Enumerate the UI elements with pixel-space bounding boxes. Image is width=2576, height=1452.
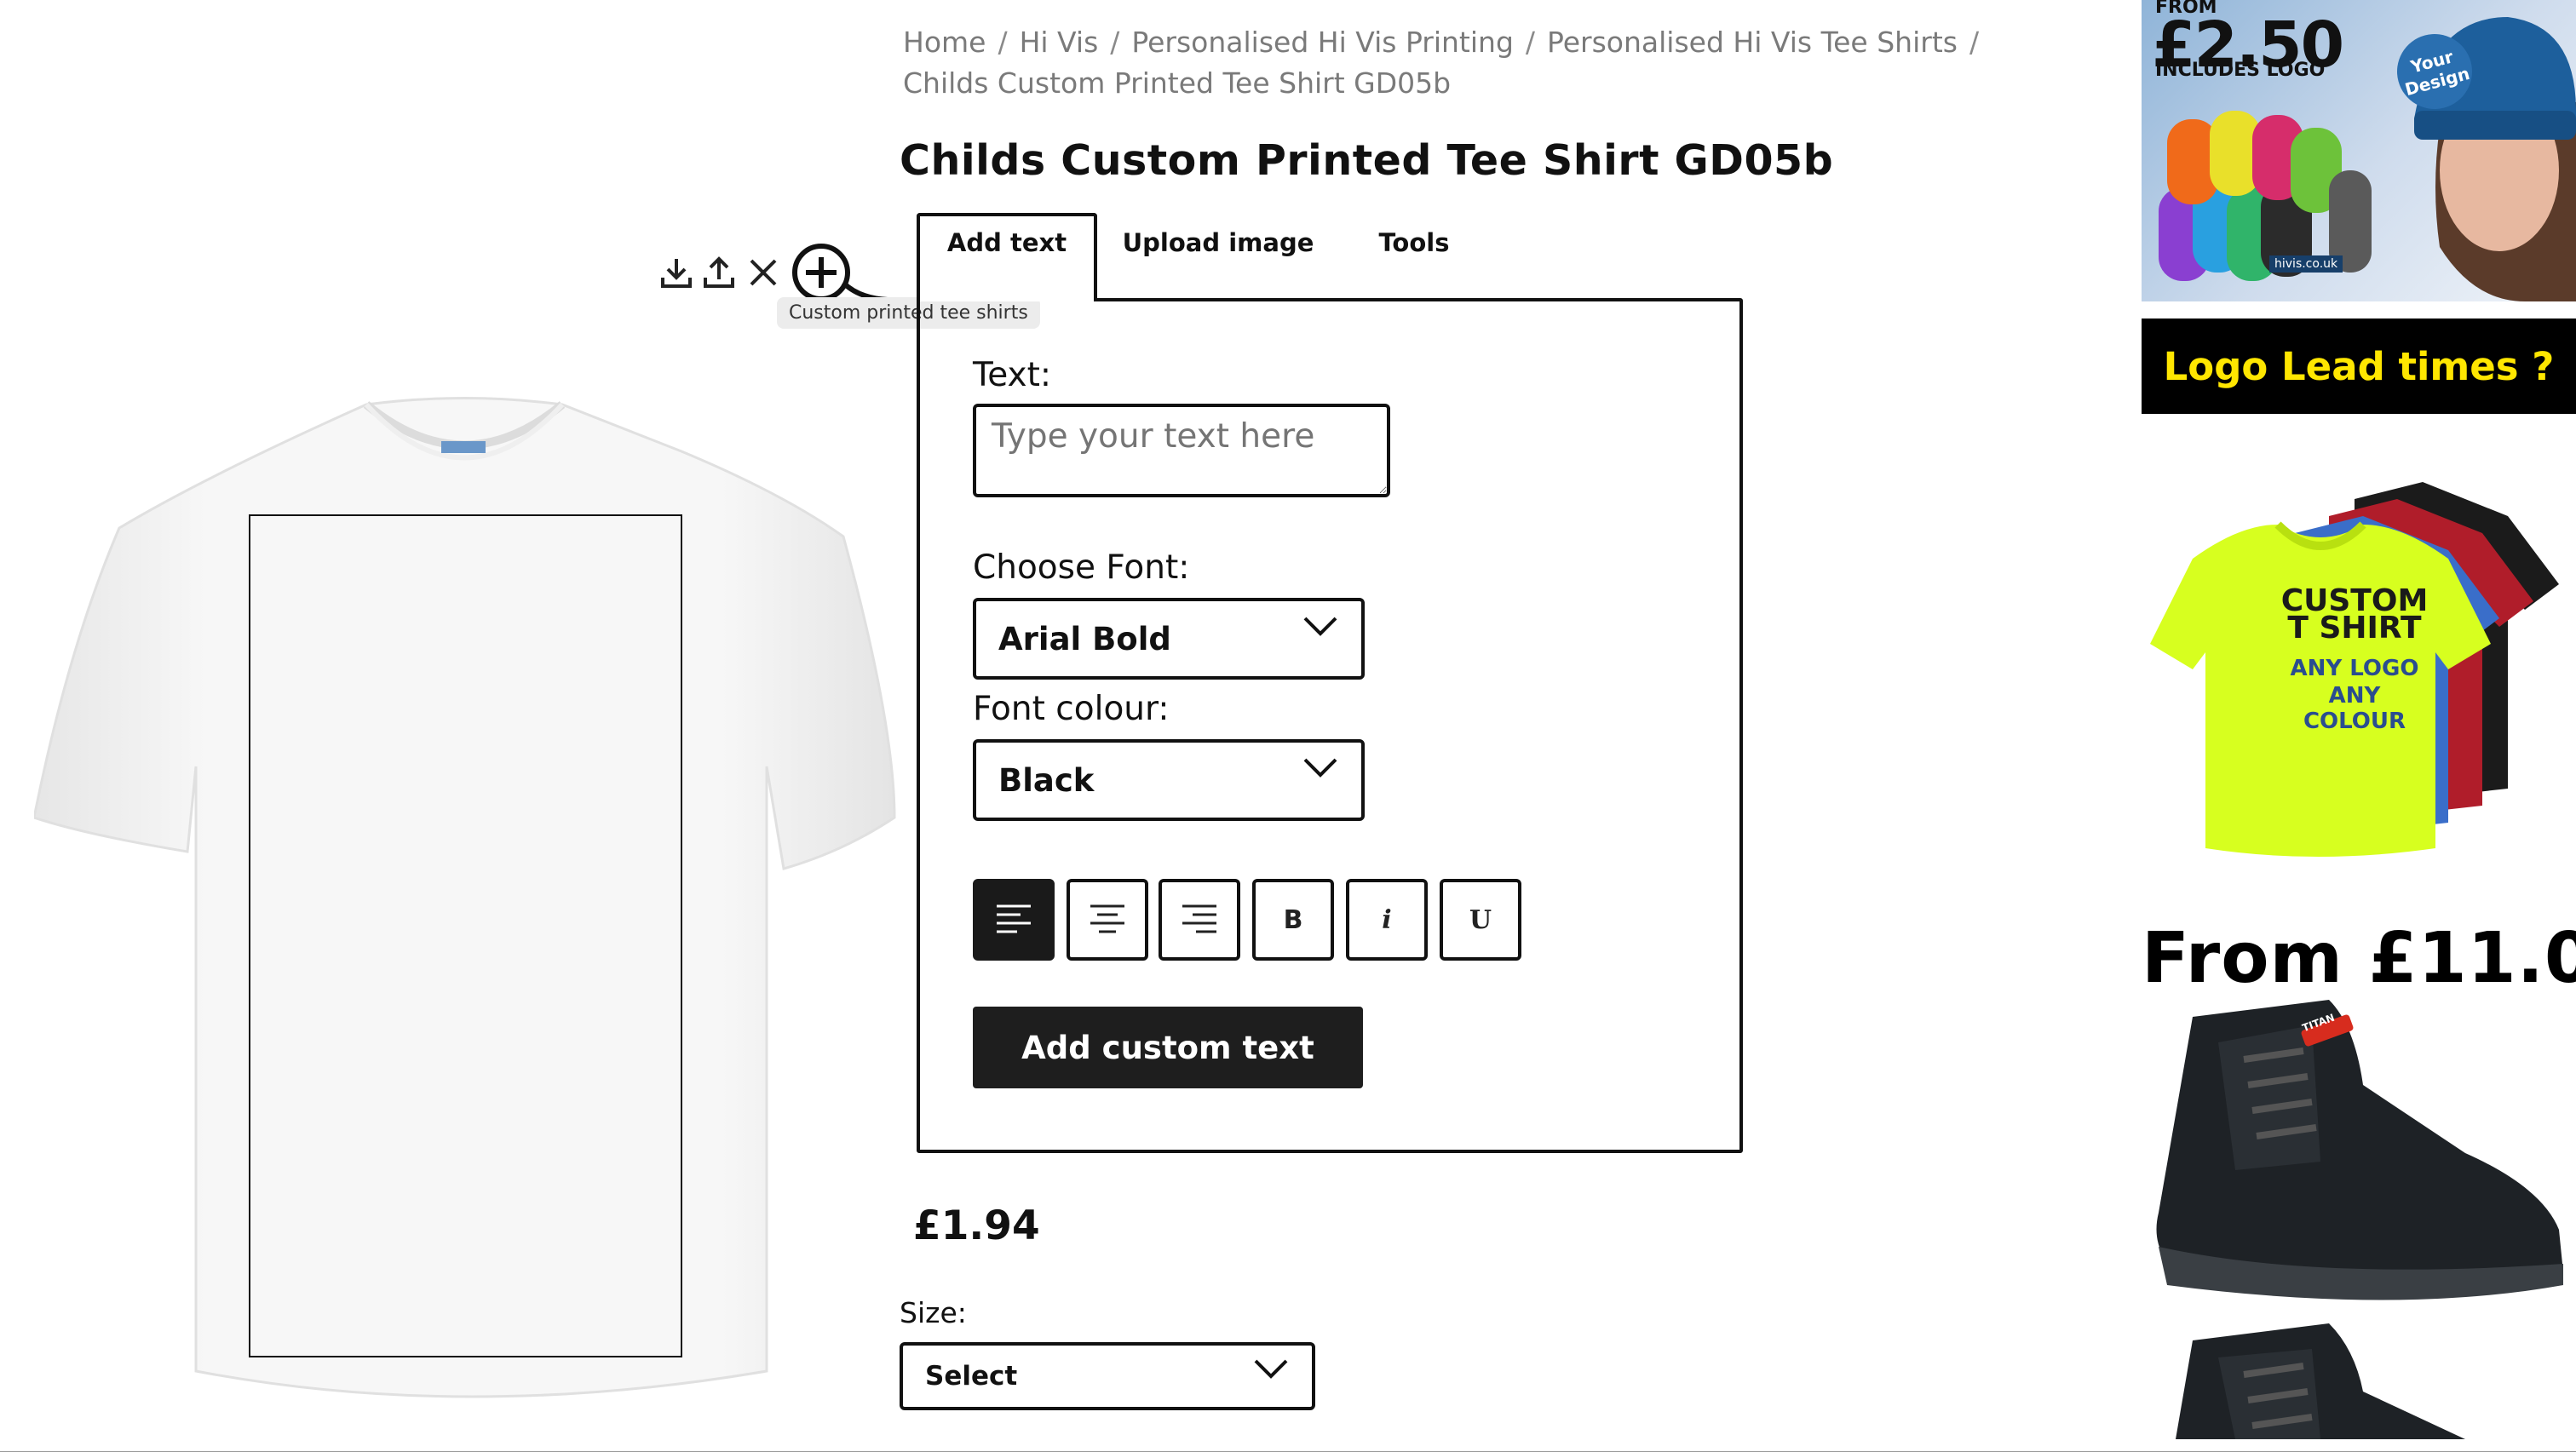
- safety-boots-ad[interactable]: TITAN: [2142, 991, 2576, 1439]
- bold-button[interactable]: B: [1252, 879, 1334, 961]
- custom-text-input[interactable]: [973, 404, 1390, 497]
- upload-icon[interactable]: [700, 254, 738, 291]
- underline-button[interactable]: U: [1440, 879, 1521, 961]
- custom-tshirt-ad[interactable]: CUSTOM T SHIRT ANY LOGO ANY COLOUR: [2142, 473, 2576, 865]
- align-left-button[interactable]: [973, 879, 1055, 961]
- ad-site-label: hivis.co.uk: [2269, 255, 2343, 273]
- italic-button[interactable]: i: [1346, 879, 1428, 961]
- text-label: Text:: [973, 356, 1052, 394]
- breadcrumb-home[interactable]: Home: [903, 26, 986, 59]
- add-custom-text-button[interactable]: Add custom text: [973, 1007, 1363, 1088]
- align-right-icon: [1182, 904, 1216, 933]
- font-select[interactable]: Arial Bold: [973, 598, 1365, 680]
- breadcrumb-hi-vis-tee-shirts[interactable]: Personalised Hi Vis Tee Shirts: [1547, 26, 1958, 59]
- ad-tshirt-line-4: ANY: [2328, 683, 2381, 709]
- boots-ad-price[interactable]: From £11.04: [2142, 918, 2576, 999]
- ad-tshirt-line-5: COLOUR: [2303, 709, 2406, 734]
- ad-beanie-sub: INCLUDES LOGO: [2155, 60, 2326, 81]
- font-colour-label: Font colour:: [973, 690, 1170, 728]
- align-center-button[interactable]: [1067, 879, 1148, 961]
- chevron-down-icon: [1254, 1359, 1288, 1379]
- align-left-icon: [997, 904, 1031, 933]
- tab-tools[interactable]: Tools: [1354, 213, 1474, 301]
- chevron-down-icon: [1303, 758, 1337, 778]
- size-select-value: Select: [925, 1361, 1018, 1392]
- logo-lead-times-banner[interactable]: Logo Lead times ?: [2142, 319, 2576, 414]
- align-center-icon: [1090, 904, 1124, 933]
- download-icon[interactable]: [658, 254, 695, 291]
- breadcrumb-current: Childs Custom Printed Tee Shirt GD05b: [903, 66, 1452, 100]
- ad-tshirt-line-3: ANY LOGO: [2290, 656, 2419, 681]
- breadcrumb-hi-vis[interactable]: Hi Vis: [1020, 26, 1099, 59]
- font-select-value: Arial Bold: [998, 620, 1171, 657]
- font-colour-value: Black: [998, 761, 1095, 799]
- size-select[interactable]: Select: [900, 1342, 1315, 1410]
- close-icon[interactable]: [745, 254, 782, 291]
- breadcrumb-separator: /: [1969, 26, 1980, 59]
- breadcrumb-separator: /: [998, 26, 1008, 59]
- chevron-down-icon: [1303, 617, 1337, 636]
- breadcrumb-separator: /: [1525, 26, 1536, 59]
- safety-boot-image: [2156, 1000, 2563, 1439]
- breadcrumb: Home / Hi Vis / Personalised Hi Vis Printing…: [903, 22, 1980, 104]
- ad-tshirt-line-2: T SHIRT: [2287, 611, 2422, 646]
- product-price: £1.94: [913, 1202, 1040, 1249]
- breadcrumb-hi-vis-printing[interactable]: Personalised Hi Vis Printing: [1131, 26, 1514, 59]
- size-label: Size:: [900, 1296, 967, 1329]
- page-title: Childs Custom Printed Tee Shirt GD05b: [900, 136, 1834, 185]
- beanie-ad-banner[interactable]: FROM £2.50 INCLUDES LOGO Your Design hiv…: [2142, 0, 2576, 301]
- align-right-button[interactable]: [1159, 879, 1240, 961]
- tab-add-text[interactable]: Add text: [917, 213, 1097, 301]
- beanie-stack-image: [2159, 111, 2372, 281]
- font-colour-select[interactable]: Black: [973, 739, 1365, 821]
- font-label: Choose Font:: [973, 548, 1190, 587]
- print-area[interactable]: [249, 514, 682, 1357]
- tab-upload-image[interactable]: Upload image: [1116, 213, 1320, 301]
- breadcrumb-separator: /: [1110, 26, 1120, 59]
